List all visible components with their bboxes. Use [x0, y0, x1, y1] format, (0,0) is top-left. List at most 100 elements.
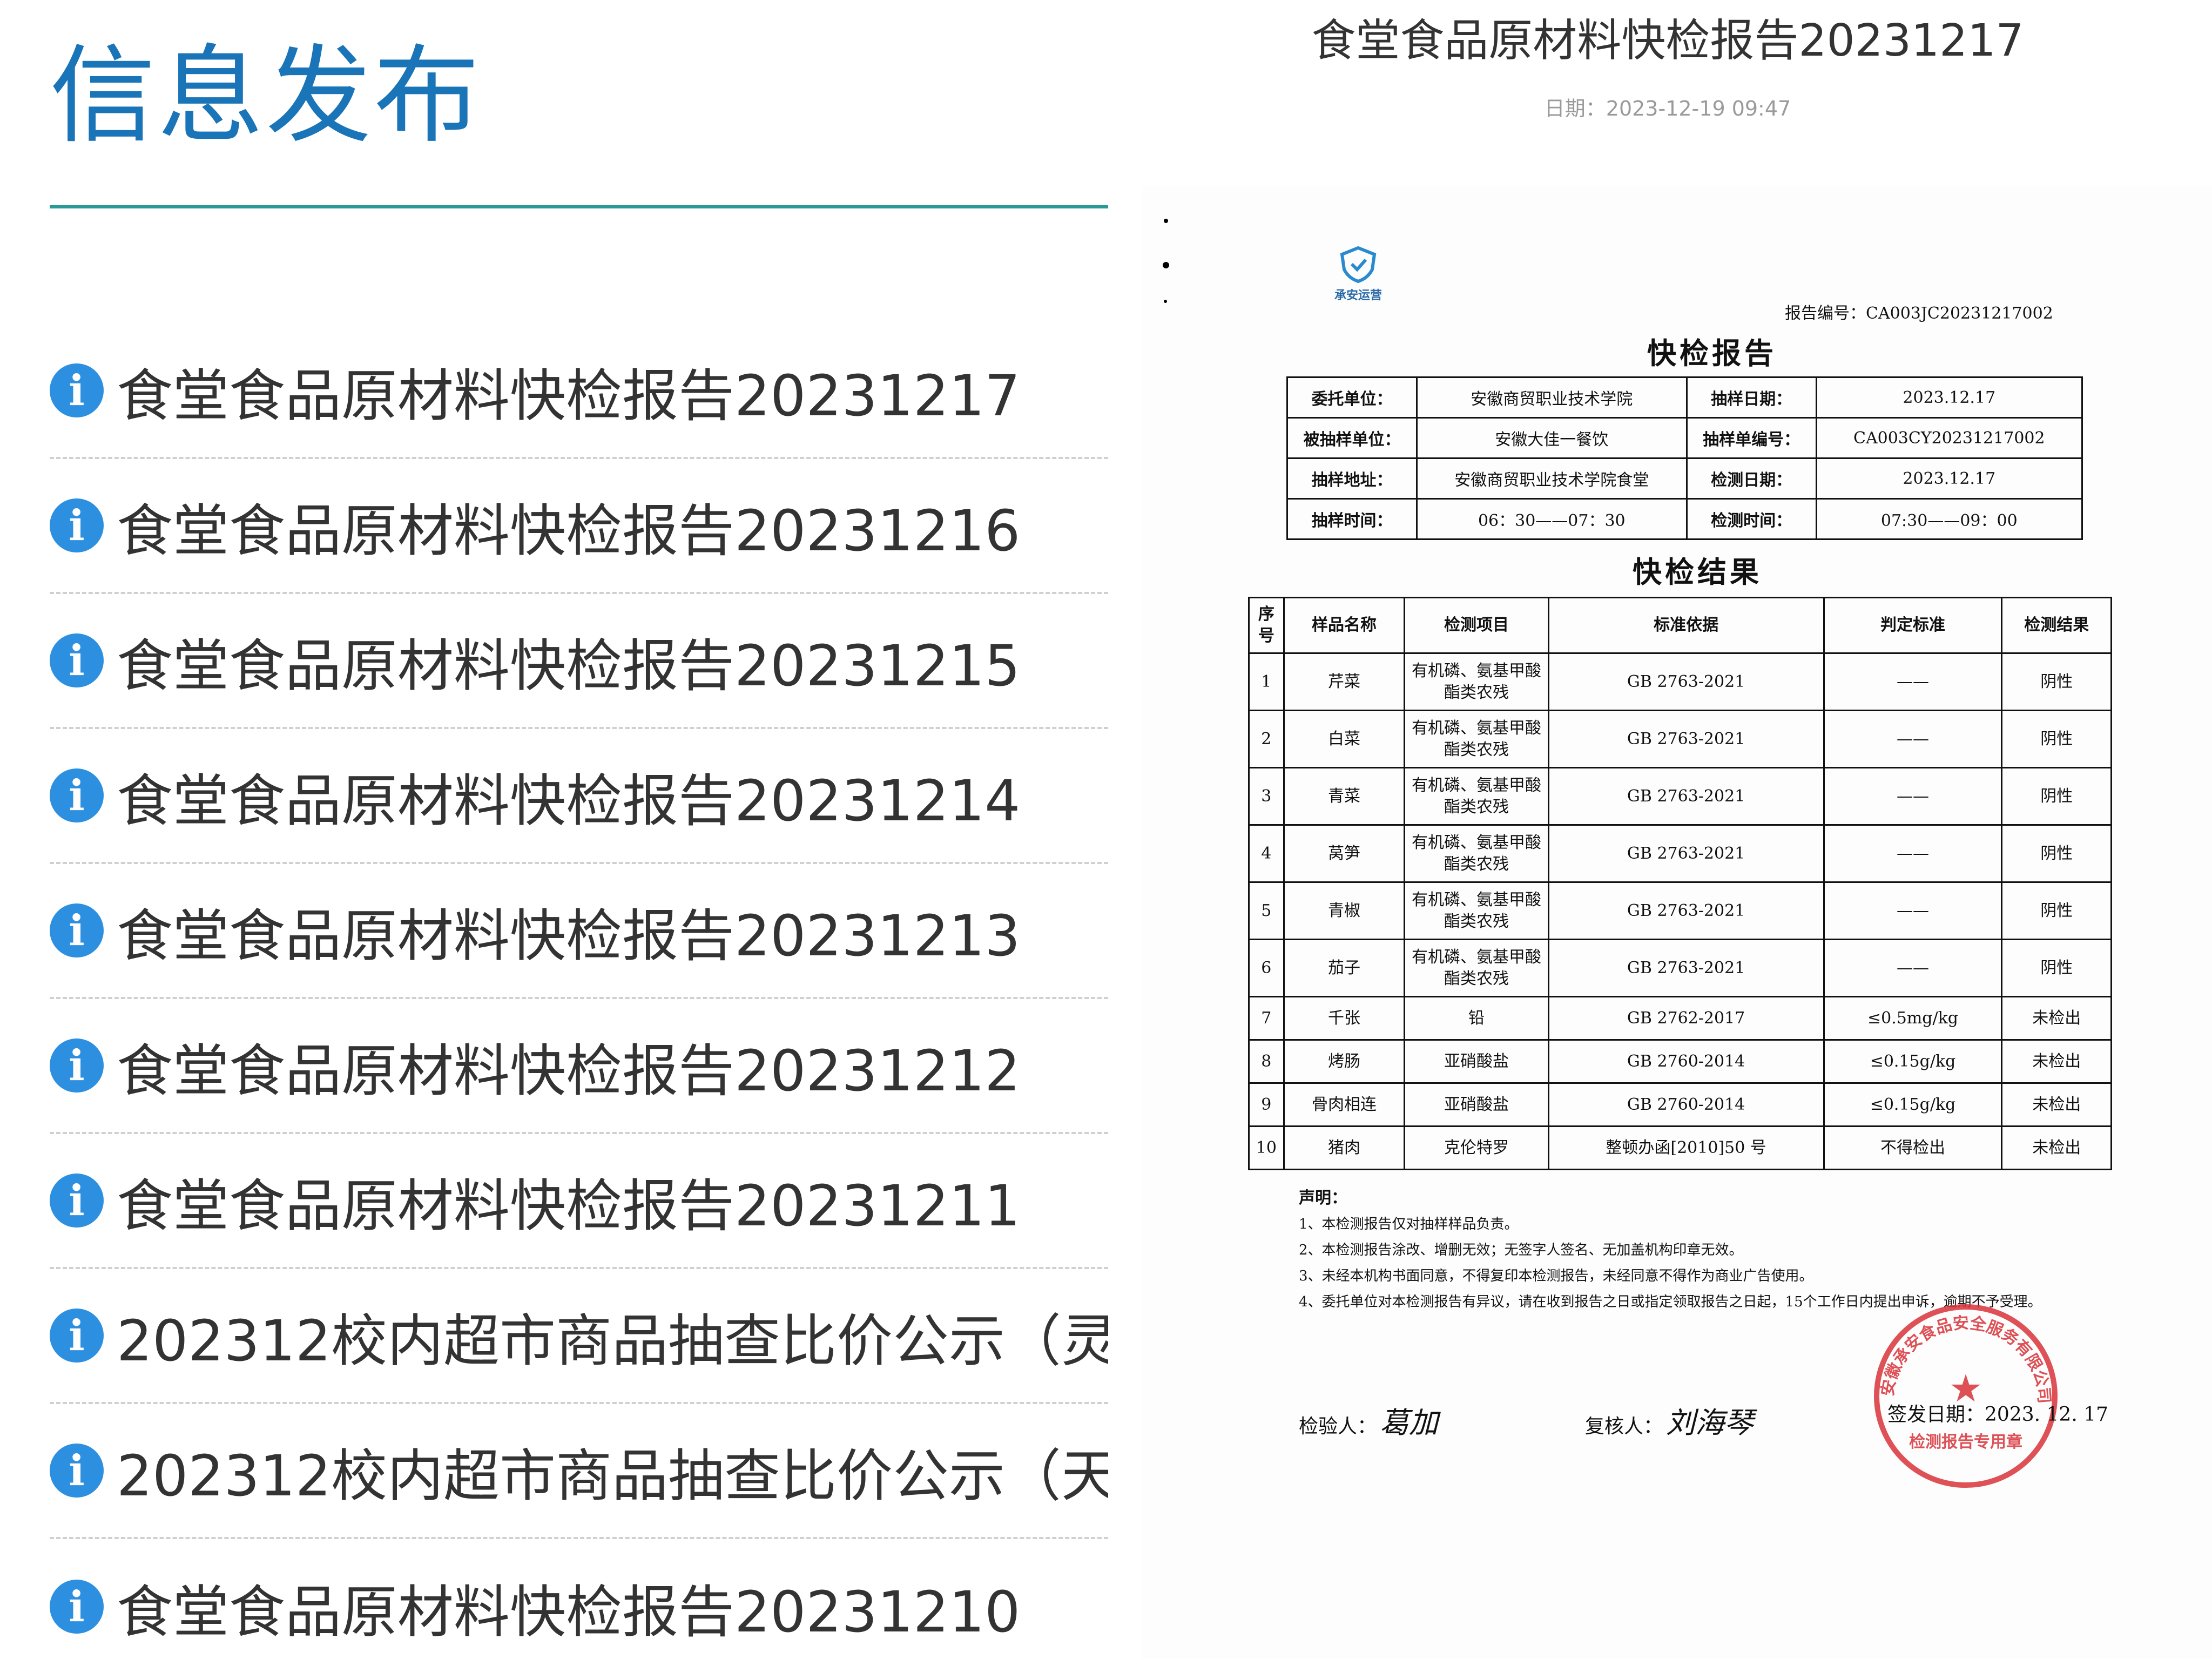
result-cell: ≤0.5mg/kg [1823, 996, 2003, 1041]
result-cell: 茄子 [1283, 939, 1406, 997]
scan-speck [1164, 300, 1167, 303]
info-icon: i [50, 1174, 104, 1228]
result-cell: 有机磷、氨基甲酸酯类农残 [1404, 939, 1549, 997]
result-cell: 莴笋 [1283, 824, 1406, 883]
result-row: 10 猪肉 克伦特罗 整顿办函[2010]50 号不得检出 未检出 [1248, 1125, 2112, 1170]
news-link[interactable]: 食堂食品原材料快检报告20231210 [117, 1566, 1020, 1648]
column-header: 标准依据 [1547, 597, 1825, 654]
declaration-title: 声明： [1299, 1189, 1347, 1208]
result-cell: 克伦特罗 [1404, 1125, 1549, 1170]
info-label: 抽样地址： [1286, 457, 1418, 500]
info-icon: i [50, 1309, 104, 1363]
result-cell: 白菜 [1283, 710, 1406, 768]
article-date: 日期：2023-12-19 09:47 [1544, 97, 1791, 120]
result-cell: 阴性 [2001, 710, 2112, 768]
info-value: 安徽商贸职业技术学院食堂 [1416, 457, 1688, 500]
column-header: 样品名称 [1283, 597, 1406, 654]
info-icon: i [50, 498, 104, 552]
result-cell: —— [1823, 767, 2003, 826]
news-link[interactable]: 食堂食品原材料快检报告20231214 [117, 755, 1020, 837]
result-cell: 阴性 [2001, 652, 2112, 711]
result-header-row: 序号 样品名称 检测项目 标准依据 判定标准 检测结果 [1248, 597, 2112, 654]
list-item[interactable]: i 食堂食品原材料快检报告20231212 [50, 999, 1108, 1134]
info-value: CA003CY20231217002 [1815, 417, 2083, 459]
result-cell: 亚硝酸盐 [1404, 1082, 1549, 1127]
result-cell: ≤0.15g/kg [1823, 1039, 2003, 1084]
list-item[interactable]: i 食堂食品原材料快检报告20231213 [50, 864, 1108, 999]
list-item[interactable]: i 食堂食品原材料快检报告20231210 [50, 1539, 1108, 1659]
list-item[interactable]: i 食堂食品原材料快检报告20231215 [50, 594, 1108, 729]
result-cell: GB 2763-2021 [1547, 652, 1825, 711]
scan-speck [1163, 262, 1169, 268]
news-link[interactable]: 202312校内超市商品抽查比价公示（灵山 [117, 1295, 1108, 1377]
info-label: 抽样日期： [1685, 376, 1817, 419]
result-cell: GB 2763-2021 [1547, 824, 1825, 883]
news-link[interactable]: 食堂食品原材料快检报告20231217 [117, 350, 1020, 431]
result-cell: 6 [1248, 939, 1285, 997]
list-item[interactable]: i 食堂食品原材料快检报告20231211 [50, 1134, 1108, 1269]
info-value: 安徽商贸职业技术学院 [1416, 376, 1688, 419]
news-link[interactable]: 食堂食品原材料快检报告20231213 [117, 890, 1020, 972]
news-link[interactable]: 食堂食品原材料快检报告20231211 [117, 1160, 1020, 1242]
list-item[interactable]: i 食堂食品原材料快检报告20231217 [50, 324, 1108, 459]
news-sidebar: 信息发布 i 食堂食品原材料快检报告20231217 i 食堂食品原材料快检报告20… [0, 0, 1112, 1659]
company-logo: 承安运营 [1326, 246, 1391, 303]
info-label: 抽样单编号： [1685, 417, 1817, 459]
info-label: 检测日期： [1685, 457, 1817, 500]
report-number: 报告编号：CA003JC20231217002 [1785, 304, 2053, 323]
info-value: 安徽大佳一餐饮 [1416, 417, 1688, 459]
result-row: 7 千张铅 GB 2762-2017 ≤0.5mg/kg 未检出 [1248, 996, 2112, 1041]
info-label: 抽样时间： [1286, 498, 1418, 540]
list-item[interactable]: i 202312校内超市商品抽查比价公示（灵山 [50, 1269, 1108, 1404]
result-cell: ≤0.15g/kg [1823, 1082, 2003, 1127]
info-icon: i [50, 903, 104, 957]
inspector-signature: 检验人： 葛加 [1299, 1406, 1439, 1440]
info-icon: i [50, 768, 104, 822]
section-title: 信息发布 [50, 35, 482, 158]
result-cell: 有机磷、氨基甲酸酯类农残 [1404, 824, 1549, 883]
list-item[interactable]: i 食堂食品原材料快检报告20231214 [50, 729, 1108, 864]
news-link[interactable]: 食堂食品原材料快检报告20231216 [117, 485, 1020, 567]
column-header: 检测项目 [1404, 597, 1549, 654]
declaration-line: 3、未经本机构书面同意，不得复印本检测报告，未经同意不得作为商业广告使用。 [1299, 1268, 1813, 1284]
result-cell: GB 2762-2017 [1547, 996, 1825, 1041]
declaration-line: 2、本检测报告涂改、增删无效；无签字人签名、无加盖机构印章无效。 [1299, 1242, 1743, 1258]
reviewer-signature: 复核人： 刘海琴 [1585, 1406, 1754, 1440]
result-cell: 未检出 [2001, 1082, 2112, 1127]
info-icon: i [50, 1038, 104, 1092]
result-cell: GB 2760-2014 [1547, 1039, 1825, 1084]
list-item[interactable]: i 202312校内超市商品抽查比价公示（天猫 [50, 1404, 1108, 1539]
result-cell: GB 2763-2021 [1547, 939, 1825, 997]
result-cell: 10 [1248, 1125, 1285, 1170]
news-link[interactable]: 食堂食品原材料快检报告20231212 [117, 1025, 1020, 1107]
result-row: 3 青菜 有机磷、氨基甲酸酯类农残 GB 2763-2021 —— 阴性 [1248, 767, 2112, 826]
result-cell: 3 [1248, 767, 1285, 826]
result-cell: 不得检出 [1823, 1125, 2003, 1170]
news-link[interactable]: 202312校内超市商品抽查比价公示（天猫 [117, 1430, 1108, 1512]
result-cell: 铅 [1404, 996, 1549, 1041]
info-label: 被抽样单位： [1286, 417, 1418, 459]
result-cell: 有机磷、氨基甲酸酯类农残 [1404, 767, 1549, 826]
result-cell: —— [1823, 939, 2003, 997]
result-cell: 5 [1248, 881, 1285, 940]
column-header: 判定标准 [1823, 597, 2003, 654]
result-row: 8 烤肠 亚硝酸盐 GB 2760-2014 ≤0.15g/kg 未检出 [1248, 1039, 2112, 1084]
info-label: 委托单位： [1286, 376, 1418, 419]
seal-text-bottom: 检测报告专用章 [1909, 1433, 2022, 1452]
result-cell: 骨肉相连 [1283, 1082, 1406, 1127]
result-heading: 快检结果 [1633, 555, 1762, 589]
column-header: 序号 [1248, 597, 1285, 654]
list-item[interactable]: i 食堂食品原材料快检报告20231216 [50, 459, 1108, 594]
result-cell: GB 2763-2021 [1547, 710, 1825, 768]
result-cell: 阴性 [2001, 881, 2112, 940]
info-value: 06：30——07：30 [1416, 498, 1688, 540]
shield-icon [1340, 246, 1377, 284]
info-icon: i [50, 1580, 104, 1634]
result-cell: —— [1823, 652, 2003, 711]
info-value: 07:30——09：00 [1815, 498, 2083, 540]
result-row: 2 白菜 有机磷、氨基甲酸酯类农残 GB 2763-2021 —— 阴性 [1248, 710, 2112, 768]
result-cell: 有机磷、氨基甲酸酯类农残 [1404, 652, 1549, 711]
result-cell: —— [1823, 824, 2003, 883]
news-link[interactable]: 食堂食品原材料快检报告20231215 [117, 620, 1020, 702]
result-body: 1 芹菜 有机磷、氨基甲酸酯类农残 GB 2763-2021 —— 阴性 2 白菜 有机磷、氨基… [1248, 652, 2112, 1170]
